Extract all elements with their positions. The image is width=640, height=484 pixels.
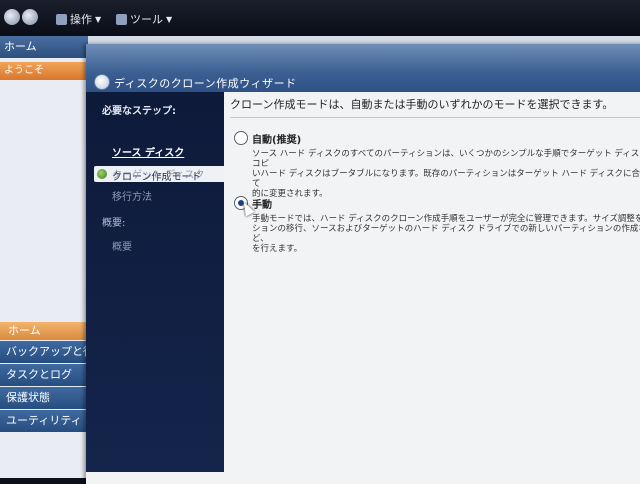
- nav-item-backup[interactable]: バックアップと復: [0, 341, 88, 363]
- intro-text: クローン作成モードは、自動または手動のいずれかのモードを選択できます。: [230, 96, 640, 118]
- app-logo-icon: [4, 9, 20, 25]
- nav-item-protection[interactable]: 保護状態: [0, 387, 88, 409]
- menu-tools[interactable]: ツール ▼: [116, 11, 172, 27]
- top-toolbar: 操作 ▼ ツール ▼: [0, 0, 640, 36]
- wizard-title-bar: ディスクのクローン作成ウィザード: [86, 44, 640, 92]
- back-arrow-icon[interactable]: [94, 74, 110, 90]
- menu-operations-label: 操作: [70, 13, 92, 26]
- tools-icon: [116, 13, 127, 25]
- wizard-steps-pane: 必要なステップ: クローン作成モード ソース ディスク ターゲット ディスク 移…: [86, 92, 224, 472]
- app-logo-icon-2: [22, 9, 38, 25]
- auto-label[interactable]: 自動(推奨): [252, 131, 301, 146]
- required-steps-header: 必要なステップ:: [102, 106, 176, 117]
- manual-description: 手動モードでは、ハード ディスクのクローン作成手順をユーザーが完全に管理できます…: [252, 214, 640, 254]
- summary-header: 概要:: [102, 218, 126, 229]
- current-step-icon: [97, 169, 107, 179]
- chevron-down-icon: ▼: [95, 14, 102, 24]
- welcome-item[interactable]: ようこそ: [0, 62, 88, 80]
- nav-item-utilities[interactable]: ユーティリティ: [0, 410, 88, 432]
- menu-tools-label: ツール: [130, 13, 163, 26]
- auto-description: ソース ハード ディスクのすべてのパーティションは、いくつかのシンプルな手順でタ…: [252, 149, 640, 199]
- step-move-method[interactable]: 移行方法: [112, 188, 152, 203]
- nav-item-tasks-logs[interactable]: タスクとログ: [0, 364, 88, 386]
- step-source-disk[interactable]: ソース ディスク: [112, 144, 184, 159]
- wizard-title: ディスクのクローン作成ウィザード: [114, 77, 297, 90]
- chevron-down-icon: ▼: [166, 14, 173, 24]
- wizard-content: クローン作成モードは、自動または手動のいずれかのモードを選択できます。 自動(推…: [230, 96, 640, 254]
- manual-label[interactable]: 手動: [252, 196, 272, 211]
- auto-radio[interactable]: [234, 131, 248, 145]
- operations-icon: [56, 13, 67, 25]
- nav-home-header[interactable]: ホーム: [0, 322, 88, 340]
- menu-operations[interactable]: 操作 ▼: [56, 11, 101, 27]
- left-nav: ホーム バックアップと復 タスクとログ 保護状態 ユーティリティ: [0, 322, 88, 432]
- step-target-disk[interactable]: ターゲット ディスク: [112, 166, 204, 181]
- home-header: ホーム: [0, 36, 88, 58]
- clone-disk-wizard: ディスクのクローン作成ウィザード 必要なステップ: クローン作成モード ソース …: [86, 44, 640, 484]
- step-summary[interactable]: 概要: [112, 238, 132, 253]
